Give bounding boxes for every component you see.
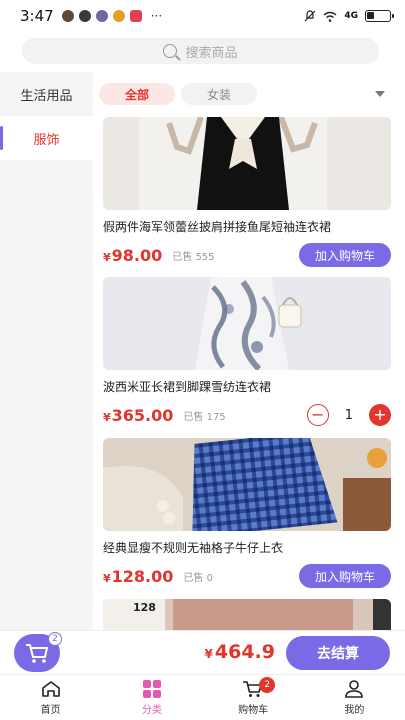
sidebar-item-clothing[interactable]: 服饰 [0, 116, 93, 160]
checkout-button[interactable]: 去结算 [286, 636, 390, 670]
product-card[interactable]: 128 [103, 599, 391, 632]
app-notification-icon [78, 10, 91, 22]
decrease-quantity-button[interactable]: − [306, 404, 329, 426]
cart-button[interactable]: 2 [14, 632, 62, 672]
home-icon [41, 680, 60, 697]
product-image[interactable] [103, 277, 391, 370]
product-price: ¥128.00 [103, 566, 174, 586]
more-notifications-icon: ··· [150, 9, 163, 23]
tab-all[interactable]: 全部 [99, 83, 176, 105]
weibo-icon [112, 10, 125, 22]
cart-count-badge: 2 [48, 632, 62, 646]
status-right: 4G [304, 10, 394, 22]
tab-label: 首页 [40, 704, 61, 716]
increase-quantity-button[interactable]: + [369, 404, 391, 426]
product-price: ¥98.00 [103, 245, 163, 265]
tab-label: 购物车 [238, 704, 269, 716]
sidebar-item-daily-goods[interactable]: 生活用品 [0, 72, 93, 116]
quantity-stepper: − 1 + [306, 404, 391, 426]
cart-summary-bar: 2 ¥464.9 去结算 [0, 630, 405, 674]
notification-icons: ··· [61, 9, 163, 23]
sold-count: 已售 555 [172, 251, 215, 263]
tab-womens[interactable]: 女装 [181, 83, 258, 105]
app-notification-icon [61, 10, 74, 22]
signal-icon: 4G [344, 11, 358, 21]
quantity-value: 1 [344, 407, 353, 423]
product-card[interactable]: 经典显瘦不规则无袖格子牛仔上衣 ¥128.00 已售 0 加入购物车 [103, 438, 391, 588]
expand-tabs-icon[interactable] [375, 91, 385, 97]
dress-photo [103, 117, 391, 210]
tab-label: 我的 [344, 704, 365, 716]
product-list: 全部 女装 假两件海军领蕾丝披肩拼接鱼尾短袖连衣裙 ¥98.00 已售 555 … [93, 72, 405, 632]
status-time: 3:47 [20, 7, 54, 25]
product-image[interactable]: 128 [103, 599, 391, 632]
product-price: ¥365.00 [103, 405, 174, 425]
cart-total: ¥464.9 [204, 641, 275, 663]
product-title: 经典显瘦不规则无袖格子牛仔上衣 [103, 541, 284, 555]
app-notification-icon [129, 10, 142, 22]
category-sidebar: 生活用品 服饰 [0, 72, 93, 632]
cart-badge: 2 [259, 677, 276, 693]
bottom-tabbar: 首页 分类 2 购物车 我的 [0, 674, 405, 720]
product-title: 波西米亚长裙到脚踝雪纺连衣裙 [103, 380, 272, 394]
sidebar-item-label: 服饰 [33, 132, 60, 148]
product-image[interactable] [103, 438, 391, 531]
product-card[interactable]: 假两件海军领蕾丝披肩拼接鱼尾短袖连衣裙 ¥98.00 已售 555 加入购物车 [103, 117, 391, 267]
sidebar-item-label: 生活用品 [20, 88, 73, 104]
search-placeholder: 搜索商品 [185, 45, 238, 61]
plaid-top-photo [103, 438, 391, 531]
wifi-icon [323, 11, 337, 22]
product-title: 假两件海军领蕾丝披肩拼接鱼尾短袖连衣裙 [103, 220, 332, 234]
search-input[interactable]: 搜索商品 [22, 38, 379, 64]
category-icon [142, 679, 161, 698]
search-icon [163, 44, 178, 58]
app-notification-icon [95, 10, 108, 22]
tab-category[interactable]: 分类 [101, 675, 202, 720]
chiffon-dress-photo [103, 277, 391, 370]
add-to-cart-button[interactable]: 加入购物车 [298, 564, 391, 588]
sold-count: 已售 175 [183, 411, 226, 423]
subcategory-tabs: 全部 女装 [99, 83, 258, 105]
user-icon [345, 679, 364, 698]
tab-label: 分类 [141, 704, 162, 716]
tab-cart[interactable]: 2 购物车 [203, 675, 304, 720]
tab-home[interactable]: 首页 [0, 675, 101, 720]
image-text: 128 [133, 601, 156, 614]
cart-icon [26, 644, 48, 663]
battery-icon [365, 10, 394, 22]
add-to-cart-button[interactable]: 加入购物车 [298, 243, 391, 267]
tab-profile[interactable]: 我的 [304, 675, 405, 720]
sold-count: 已售 0 [183, 572, 213, 584]
product-card[interactable]: 波西米亚长裙到脚踝雪纺连衣裙 ¥365.00 已售 175 − 1 + [103, 277, 391, 427]
status-bar: 3:47 ··· 4G [0, 0, 405, 32]
product-image[interactable] [103, 117, 391, 210]
mute-icon [304, 10, 316, 22]
